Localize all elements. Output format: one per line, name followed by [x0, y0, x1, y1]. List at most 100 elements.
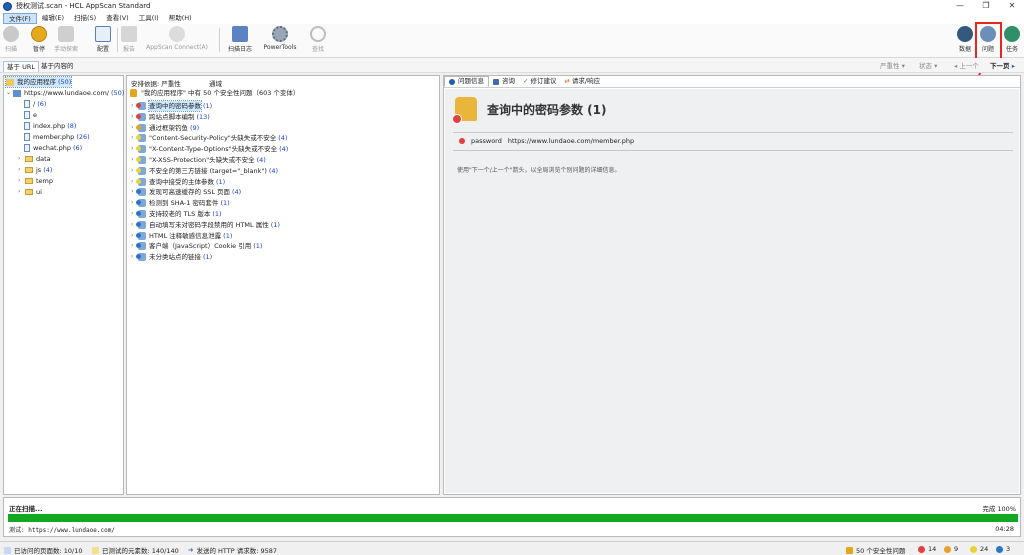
view-tab-bar: 基于 URL 基于内容的 严重性 ▾ 状态 ▾ ◂ 上一个 下一页 ▸: [0, 58, 1024, 73]
progress-bar: [8, 514, 1018, 522]
issue-row[interactable]: › 查询中接受的主体参数 (1): [131, 177, 225, 187]
menu-help[interactable]: 帮助(H): [164, 13, 197, 24]
scan-log-button[interactable]: 扫描日志: [225, 26, 255, 53]
issue-row[interactable]: › "Content-Security-Policy"头缺失或不安全 (4): [131, 133, 288, 143]
issue-row[interactable]: › 未分类站点的链接 (1): [131, 252, 212, 262]
issue-row[interactable]: › 跨站点脚本编制 (13): [131, 112, 210, 122]
severity-icon: [136, 189, 141, 195]
tree-item[interactable]: › data: [18, 154, 53, 164]
find-button[interactable]: 查找: [310, 26, 326, 53]
issue-label: 查询中的密码参数: [148, 100, 202, 112]
tree-item[interactable]: / (6): [24, 99, 46, 109]
tree-item[interactable]: member.php (26): [24, 132, 90, 142]
medium-severity-icon: [944, 545, 951, 553]
issue-label: 检测到 SHA-1 密码套件: [149, 199, 219, 208]
issue-row[interactable]: › HTML 注释敏感信息泄露 (1): [131, 231, 232, 241]
issue-row[interactable]: › 不安全的第三方链接 (target="_blank") (4): [131, 166, 278, 176]
issue-row[interactable]: › "X-Content-Type-Options"头缺失或不安全 (4): [131, 144, 288, 154]
status-filter[interactable]: 状态 ▾: [916, 61, 940, 72]
powertools-button[interactable]: PowerTools: [261, 26, 299, 51]
issue-type-icon: [136, 199, 146, 208]
manual-explore-button[interactable]: 手动探索: [52, 26, 80, 53]
restore-button[interactable]: ❐: [974, 0, 998, 12]
data-view-button[interactable]: 数据: [956, 26, 974, 53]
tree-item[interactable]: › temp: [18, 176, 55, 186]
scan-button[interactable]: 扫描: [3, 26, 19, 53]
appscan-connect-button[interactable]: AppScan Connect(A): [142, 26, 212, 51]
tab-url-based[interactable]: 基于 URL: [3, 61, 39, 72]
high-count[interactable]: 14: [918, 545, 936, 553]
tree-item[interactable]: index.php (8): [24, 121, 76, 131]
menu-file[interactable]: 文件(F): [3, 12, 37, 24]
report-icon: [121, 26, 137, 42]
tree-item-label: js: [36, 166, 42, 174]
pause-button[interactable]: 暂停: [29, 26, 49, 53]
sort-by-label: 安排依据: 严重性: [131, 80, 181, 88]
data-icon: [957, 26, 973, 42]
prev-button[interactable]: ◂ 上一个: [951, 61, 982, 72]
severity-icon: [136, 200, 141, 206]
tree-site[interactable]: ⌄ https://www.lundaoe.com/(50): [6, 88, 124, 98]
medium-count[interactable]: 9: [944, 545, 958, 553]
tree-item-label: member.php: [33, 133, 75, 141]
menu-scan[interactable]: 扫描(S): [69, 13, 101, 24]
next-button[interactable]: 下一页 ▸: [987, 61, 1018, 72]
issues-summary[interactable]: "我的应用程序" 中有 50 个安全性问题（603 个变体）: [130, 88, 299, 98]
issue-row[interactable]: › 客户端（JavaScript）Cookie 引用 (1): [131, 241, 262, 251]
chevron-right-icon[interactable]: ›: [18, 165, 25, 175]
config-button[interactable]: 配置: [93, 26, 113, 53]
home-icon: [6, 78, 14, 86]
total-issues[interactable]: 50 个安全性问题: [846, 545, 905, 555]
issue-count: (1): [270, 220, 280, 229]
menu-view[interactable]: 查看(V): [101, 13, 134, 24]
low-count[interactable]: 24: [970, 545, 988, 553]
page-icon: [4, 546, 11, 554]
severity-icon: [136, 157, 141, 162]
chevron-right-icon[interactable]: ›: [18, 154, 25, 164]
severity-icon: [136, 103, 141, 108]
tab-request-response[interactable]: ⇄ 请求/响应: [560, 76, 604, 87]
menu-edit[interactable]: 编辑(E): [37, 13, 69, 24]
minimize-button[interactable]: —: [948, 0, 972, 12]
log-icon: [232, 26, 248, 42]
detail-pane: 问题信息 咨询 ✓ 修订建议 ⇄ 请求/响应 查询中的密码参数 (1) passwo…: [443, 75, 1021, 495]
tree-item[interactable]: wechat.php (6): [24, 143, 82, 153]
chevron-right-icon[interactable]: ›: [18, 176, 25, 186]
issue-row[interactable]: › 通过框架钓鱼 (9): [131, 123, 199, 133]
tree-item[interactable]: › ui: [18, 187, 44, 197]
high-severity-icon: [459, 138, 465, 144]
info-count[interactable]: 3: [996, 545, 1010, 553]
tasks-view-button[interactable]: 任务: [1003, 26, 1021, 53]
issue-variant-row[interactable]: password https://www.lundaoe.com/member.…: [459, 137, 634, 145]
severity-icon: [136, 178, 141, 184]
tree-item-count: (26): [76, 133, 90, 141]
issue-row[interactable]: › 查询中的密码参数 (1): [131, 100, 212, 112]
tree-item[interactable]: e: [24, 110, 39, 120]
severity-icon: [136, 232, 141, 238]
chevron-right-icon[interactable]: ›: [18, 187, 25, 197]
tab-content-based[interactable]: 基于内容的: [38, 61, 77, 72]
issue-count: (4): [256, 156, 266, 164]
tab-issue-info[interactable]: 问题信息: [444, 76, 489, 87]
tree-item-label: temp: [36, 177, 54, 185]
tree-root[interactable]: 我的应用程序 (50): [4, 76, 73, 88]
issue-row[interactable]: › 发现可高速缓存的 SSL 页面 (4): [131, 187, 241, 197]
issue-row[interactable]: › 支持较老的 TLS 版本 (1): [131, 209, 222, 219]
issue-count: (1): [223, 231, 233, 240]
chevron-down-icon: ⌄: [6, 89, 12, 96]
issue-row[interactable]: › 检测到 SHA-1 密码套件 (1): [131, 198, 230, 208]
close-button[interactable]: ✕: [1000, 0, 1024, 12]
menu-tools[interactable]: 工具(I): [134, 13, 164, 24]
issue-row[interactable]: › "X-XSS-Protection"头缺失或不安全 (4): [131, 155, 266, 165]
tree-item[interactable]: › js (4): [18, 165, 52, 175]
issue-count: (4): [232, 188, 242, 197]
issue-row[interactable]: › 自动填写未对密码字段禁用的 HTML 属性 (1): [131, 220, 280, 230]
severity-filter[interactable]: 严重性 ▾: [877, 61, 908, 72]
tab-advisory[interactable]: 咨询: [489, 76, 519, 87]
lock-icon: [130, 89, 137, 97]
element-icon: [92, 546, 99, 554]
severity-icon: [136, 211, 141, 216]
tab-fix-recommendation[interactable]: ✓ 修订建议: [519, 76, 560, 87]
page-icon: [24, 100, 30, 108]
report-button[interactable]: 报告: [121, 26, 137, 53]
